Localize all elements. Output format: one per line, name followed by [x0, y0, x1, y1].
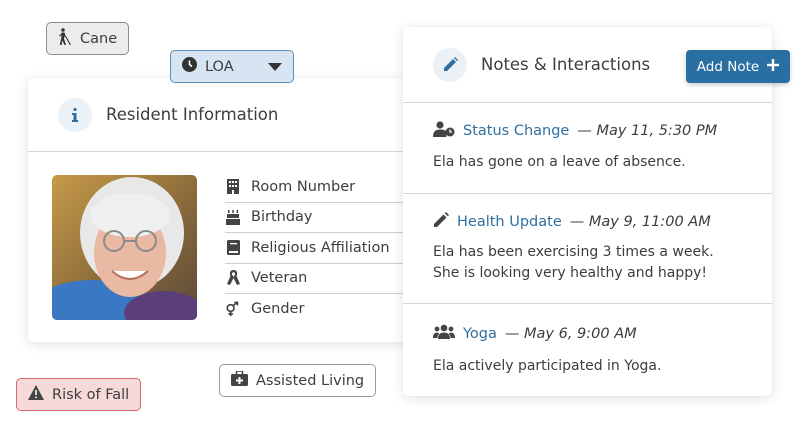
note-item[interactable]: Yoga — May 6, 9:00 AM Ela actively parti…: [403, 304, 772, 396]
tag-loa-dropdown[interactable]: LOA: [170, 50, 294, 83]
field-veteran: Veteran: [225, 264, 408, 294]
building-icon: [225, 179, 241, 195]
add-note-label: Add Note: [696, 58, 760, 75]
field-label: Room Number: [251, 178, 356, 195]
pencil-icon: [433, 47, 467, 82]
note-timestamp: — May 11, 5:30 PM: [577, 123, 718, 139]
note-type-link[interactable]: Health Update: [457, 214, 562, 230]
field-label: Veteran: [251, 270, 308, 287]
field-gender: Gender: [225, 294, 408, 325]
pencil-icon: [433, 212, 449, 232]
note-body: Ela has gone on a leave of absence.: [433, 154, 686, 170]
resident-info-header: Resident Information: [28, 78, 408, 152]
info-icon: [58, 97, 92, 132]
notes-title: Notes & Interactions: [481, 55, 651, 74]
tag-label: Risk of Fall: [52, 386, 130, 403]
blind-person-icon: [58, 28, 72, 49]
resident-info-card: Resident Information Room Number Birthda…: [28, 78, 408, 342]
field-label: Birthday: [251, 209, 313, 226]
note-header: Yoga — May 6, 9:00 AM: [433, 304, 742, 343]
add-note-button[interactable]: Add Note: [686, 50, 790, 83]
warning-icon: [28, 385, 44, 404]
note-timestamp: — May 6, 9:00 AM: [504, 325, 637, 342]
field-birthday: Birthday: [225, 203, 408, 233]
gender-icon: [225, 301, 241, 317]
tag-label: LOA: [205, 58, 234, 75]
note-timestamp: — May 9, 11:00 AM: [569, 214, 711, 230]
note-header: Health Update — May 9, 11:00 AM: [433, 194, 742, 232]
tag-label: Assisted Living: [256, 372, 365, 389]
note-item[interactable]: Health Update — May 9, 11:00 AM Ela has …: [403, 194, 772, 304]
plus-icon: [767, 58, 780, 75]
resident-info-list: Room Number Birthday Religious Affiliati…: [225, 172, 408, 325]
book-icon: [225, 240, 241, 256]
clock-icon: [182, 57, 197, 76]
field-label: Religious Affiliation: [251, 239, 390, 256]
tag-risk-of-fall[interactable]: Risk of Fall: [16, 378, 142, 411]
field-room-number: Room Number: [225, 172, 408, 203]
field-label: Gender: [251, 301, 305, 318]
group-icon: [433, 324, 455, 343]
tag-cane[interactable]: Cane: [46, 22, 130, 55]
tag-loa-left: LOA: [182, 57, 234, 76]
medical-kit-icon: [231, 370, 248, 390]
resident-info-title: Resident Information: [106, 105, 279, 124]
tag-assisted-living[interactable]: Assisted Living: [219, 364, 377, 397]
cake-icon: [225, 209, 241, 225]
chevron-down-icon: [268, 59, 282, 75]
note-item[interactable]: Status Change — May 11, 5:30 PM Ela has …: [403, 103, 772, 194]
note-header: Status Change — May 11, 5:30 PM: [433, 103, 742, 141]
ribbon-icon: [225, 270, 241, 286]
note-type-link[interactable]: Status Change: [463, 123, 569, 139]
user-clock-icon: [433, 121, 455, 141]
resident-photo: [52, 175, 197, 320]
note-body: Ela has been exercising 3 times a week. …: [433, 244, 714, 281]
note-type-link[interactable]: Yoga: [463, 326, 497, 342]
tag-label: Cane: [80, 30, 118, 47]
note-body: Ela actively participated in Yoga.: [433, 358, 662, 374]
field-religious-affiliation: Religious Affiliation: [225, 233, 408, 264]
